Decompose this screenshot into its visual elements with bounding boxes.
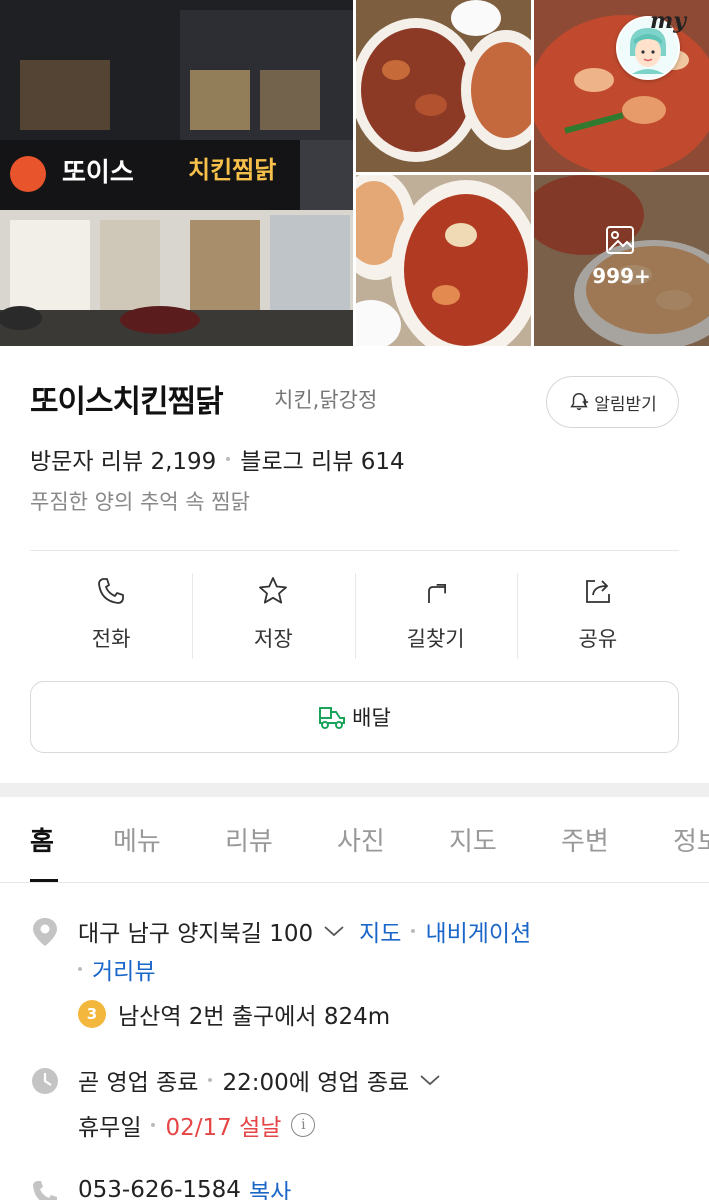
save-button[interactable]: 저장 (192, 573, 354, 659)
tab-home[interactable]: 홈 (30, 821, 54, 858)
closing-time: 22:00에 영업 종료 (222, 1070, 410, 1096)
food-photo-1[interactable] (356, 0, 531, 172)
my-badge: my (650, 8, 687, 34)
delivery-label: 배달 (352, 706, 391, 730)
visitor-review-label: 방문자 리뷰 (30, 449, 144, 475)
section-separator (0, 783, 709, 797)
food-photo-3[interactable] (356, 175, 531, 346)
separator-dot (411, 929, 416, 933)
address-row: 대구 남구 양지북길 100 지도 내비게이션 (78, 914, 531, 948)
separator-dot (208, 1078, 213, 1082)
subway-line-badge: 3 (78, 1000, 106, 1028)
separator-dot (78, 967, 82, 971)
visitor-review-link[interactable]: 방문자 리뷰 2,199 (30, 442, 216, 476)
tab-bar: 홈 메뉴 리뷰 사진 지도 주변 정보 (0, 797, 709, 883)
directions-button[interactable]: 길찾기 (354, 573, 517, 659)
bell-plus-icon (570, 393, 589, 411)
photo-more-overlay[interactable] (534, 175, 709, 346)
tab-nearby[interactable]: 주변 (561, 821, 609, 858)
holiday-value: 02/17 설날 (165, 1115, 282, 1141)
food-photo-1-art (356, 0, 531, 172)
separator-dot (151, 1123, 156, 1127)
delivery-scooter-icon (319, 707, 346, 729)
tab-photos[interactable]: 사진 (337, 821, 385, 858)
phone-row: 053-626-1584 복사 (78, 1173, 291, 1200)
visitor-review-count: 2,199 (150, 449, 217, 475)
subway-row: 3 남산역 2번 출구에서 824m (78, 997, 390, 1031)
blog-review-label: 블로그 리뷰 (240, 449, 354, 475)
navigation-link[interactable]: 내비게이션 (425, 914, 531, 948)
street-view-row: 거리뷰 (76, 952, 155, 986)
place-tagline: 푸짐한 양의 추억 속 찜닭 (30, 490, 250, 514)
tab-info[interactable]: 정보 (673, 821, 709, 858)
directions-icon (427, 583, 446, 603)
subway-text: 남산역 2번 출구에서 824m (118, 1004, 391, 1030)
photo-count: 999+ (592, 264, 651, 288)
phone-icon (98, 578, 125, 604)
chevron-down-icon[interactable] (419, 1073, 441, 1087)
map-link[interactable]: 지도 (359, 914, 401, 948)
tab-reviews[interactable]: 리뷰 (225, 821, 273, 858)
location-pin-icon (33, 918, 57, 946)
place-category: 치킨,닭강정 (274, 388, 378, 412)
info-icon[interactable]: i (291, 1113, 316, 1137)
divider (30, 550, 679, 551)
phone-icon (33, 1181, 57, 1200)
share-label: 공유 (578, 627, 618, 651)
place-name: 또이스치킨찜닭 (30, 384, 224, 420)
separator-dot (226, 457, 231, 461)
copy-phone-button[interactable]: 복사 (249, 1173, 291, 1200)
storefront-illustration (0, 0, 353, 346)
clock-icon (32, 1068, 58, 1094)
tab-menu[interactable]: 메뉴 (113, 821, 161, 858)
storefront-photo[interactable]: 또이스 치킨찜닭 (0, 0, 353, 346)
star-icon (259, 577, 288, 604)
alarm-label: 알림받기 (594, 394, 657, 415)
holiday-label: 휴무일 (78, 1115, 142, 1141)
delivery-button[interactable]: 배달 (30, 681, 679, 753)
review-summary: 방문자 리뷰 2,199 블로그 리뷰 614 (30, 442, 405, 476)
sign-text-secondary: 치킨찜닭 (188, 156, 277, 184)
open-status: 곧 영업 종료 (78, 1070, 199, 1096)
blog-review-count: 614 (360, 449, 405, 475)
sign-text: 또이스 (62, 158, 134, 188)
directions-label: 길찾기 (406, 627, 465, 651)
photo-gallery[interactable]: 또이스 치킨찜닭 999+ my (0, 0, 709, 346)
action-bar: 전화 저장 길찾기 공유 (30, 573, 679, 659)
food-photo-3-art (356, 175, 531, 346)
active-tab-indicator (30, 879, 58, 882)
blog-review-link[interactable]: 블로그 리뷰 614 (240, 442, 404, 476)
save-label: 저장 (254, 627, 293, 651)
alarm-button[interactable]: 알림받기 (546, 376, 679, 428)
call-button[interactable]: 전화 (30, 573, 192, 659)
chevron-down-icon[interactable] (323, 924, 345, 938)
street-view-link[interactable]: 거리뷰 (92, 952, 155, 986)
holiday-row: 휴무일 02/17 설날 i (78, 1108, 316, 1142)
share-button[interactable]: 공유 (516, 573, 679, 659)
photo-stack-icon (606, 226, 634, 254)
call-label: 전화 (91, 627, 131, 651)
tab-map[interactable]: 지도 (449, 821, 497, 858)
address-text: 대구 남구 양지북길 100 (78, 921, 314, 947)
hours-row: 곧 영업 종료 22:00에 영업 종료 (78, 1063, 441, 1097)
share-icon (585, 580, 610, 603)
phone-number[interactable]: 053-626-1584 (78, 1177, 241, 1200)
